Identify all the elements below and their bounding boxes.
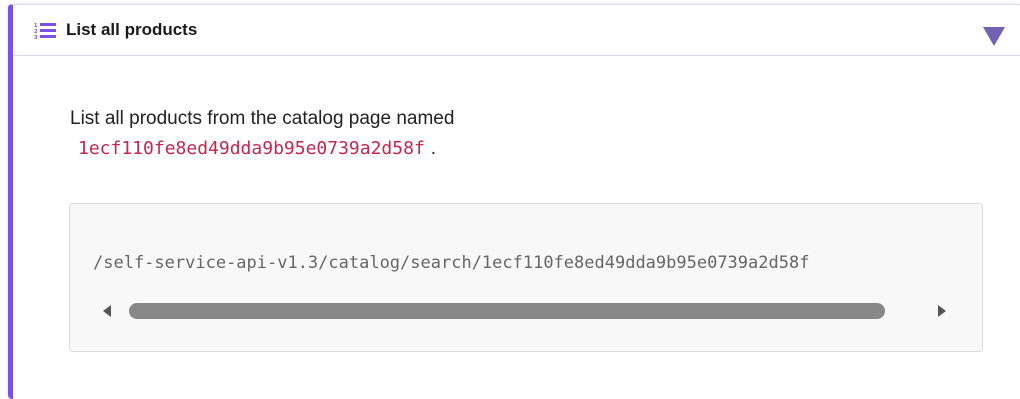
api-endpoint-card: 1 2 3 List all products List all product… (8, 4, 1020, 399)
card-title: List all products (66, 20, 198, 39)
horizontal-scrollbar[interactable] (93, 299, 959, 323)
code-block: /self-service-api-v1.3/catalog/search/1e… (69, 203, 983, 352)
triangle-down-icon[interactable] (981, 25, 1007, 47)
scroll-left-arrow-icon[interactable] (103, 305, 111, 317)
scrollbar-thumb[interactable] (129, 303, 885, 319)
svg-text:3: 3 (34, 35, 38, 39)
description-text: List all products from the catalog page … (70, 108, 455, 129)
description-suffix: . (430, 138, 437, 159)
scroll-right-arrow-icon[interactable] (938, 305, 946, 317)
card-header[interactable]: 1 2 3 List all products (13, 5, 1020, 56)
numbered-list-icon: 1 2 3 (34, 22, 56, 41)
endpoint-description: List all products from the catalog page … (70, 104, 970, 164)
code-sample: /self-service-api-v1.3/catalog/search/1e… (93, 253, 810, 273)
catalog-id-code: 1ecf110fe8ed49dda9b95e0739a2d58f (78, 138, 425, 159)
